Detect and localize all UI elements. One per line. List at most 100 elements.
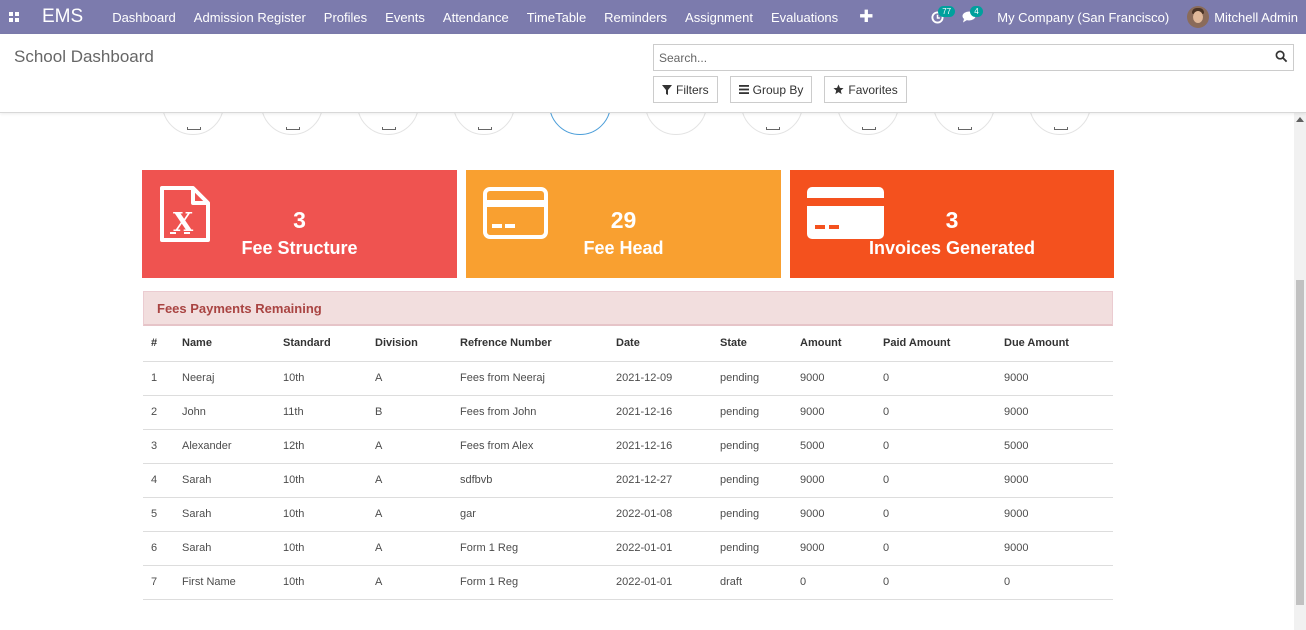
column-header[interactable]: # (143, 326, 182, 362)
table-cell: A (375, 429, 460, 464)
search-icon[interactable] (1275, 50, 1288, 68)
table-cell: John (182, 395, 283, 430)
menu-item-reminders[interactable]: Reminders (595, 10, 676, 25)
table-cell: pending (720, 497, 800, 532)
column-header[interactable]: Paid Amount (883, 326, 1004, 362)
add-menu-icon[interactable]: ✚ (859, 7, 873, 27)
table-cell: 0 (1004, 565, 1113, 600)
menu-item-timetable[interactable]: TimeTable (518, 10, 595, 25)
page-title: School Dashboard (14, 47, 154, 66)
fees-payments-title: Fees Payments Remaining (143, 291, 1113, 326)
table-cell: Sarah (182, 463, 283, 498)
messages-count-badge: 4 (970, 6, 983, 17)
table-cell: 5000 (800, 429, 883, 464)
column-header[interactable]: Division (375, 326, 460, 362)
table-cell: 10th (283, 463, 375, 498)
table-cell: sdfbvb (460, 463, 616, 498)
category-circle[interactable] (453, 113, 515, 135)
category-circle[interactable] (741, 113, 803, 135)
favorites-button[interactable]: Favorites (824, 76, 907, 103)
table-cell: 5 (143, 497, 182, 532)
column-header[interactable]: Standard (283, 326, 375, 362)
table-cell: Form 1 Reg (460, 565, 616, 600)
scroll-up-arrow-icon[interactable] (1296, 117, 1304, 122)
category-circle[interactable] (357, 113, 419, 135)
fee-head-card[interactable]: 29 Fee Head (466, 170, 781, 278)
column-header[interactable]: Amount (800, 326, 883, 362)
filters-button[interactable]: Filters (653, 76, 718, 103)
table-cell: pending (720, 395, 800, 430)
company-switcher[interactable]: My Company (San Francisco) (997, 10, 1169, 25)
table-cell: Fees from Alex (460, 429, 616, 464)
scrollbar-thumb[interactable] (1296, 280, 1304, 605)
table-cell: 2021-12-09 (616, 361, 720, 396)
column-header[interactable]: Date (616, 326, 720, 362)
table-cell: draft (720, 565, 800, 600)
fee-head-label: Fee Head (583, 238, 664, 258)
category-circle[interactable] (261, 113, 323, 135)
main-menu: Dashboard Admission Register Profiles Ev… (103, 7, 873, 27)
table-cell: 10th (283, 531, 375, 566)
table-cell: 2 (143, 395, 182, 430)
category-circle[interactable] (645, 113, 707, 135)
table-cell: Form 1 Reg (460, 531, 616, 566)
menu-item-admission-register[interactable]: Admission Register (185, 10, 315, 25)
table-cell: 9000 (800, 531, 883, 566)
menu-item-assignment[interactable]: Assignment (676, 10, 762, 25)
table-cell: 6 (143, 531, 182, 566)
table-row[interactable]: 5 Sarah 10th Agar 2022-01-08 pending 9000 0 9000 (143, 497, 1113, 532)
table-cell: 10th (283, 565, 375, 600)
column-header[interactable]: Refrence Number (460, 326, 616, 362)
user-menu[interactable]: Mitchell Admin (1214, 10, 1298, 25)
table-cell: Alexander (182, 429, 283, 464)
category-circle-active[interactable] (549, 113, 611, 135)
table-cell: 9000 (1004, 361, 1113, 396)
menu-item-dashboard[interactable]: Dashboard (103, 10, 185, 25)
table-cell: A (375, 361, 460, 396)
table-cell: 7 (143, 565, 182, 600)
invoices-generated-count: 3 (945, 207, 959, 233)
category-circle[interactable] (933, 113, 995, 135)
table-row[interactable]: 7 First Name 10th A Form 1 Reg 2022-01-01 draf… (143, 565, 1113, 600)
table-cell: 0 (883, 497, 1004, 532)
table-cell: 10th (283, 497, 375, 532)
column-header[interactable]: Due Amount (1004, 326, 1113, 362)
category-circle[interactable] (162, 113, 224, 135)
search-box (653, 44, 1294, 71)
table-cell: 0 (883, 531, 1004, 566)
apps-menu-icon[interactable] (0, 0, 28, 34)
app-brand[interactable]: EMS (42, 6, 83, 28)
fee-head-count: 29 (610, 207, 637, 233)
category-circle[interactable] (1029, 113, 1091, 135)
category-circle[interactable] (837, 113, 899, 135)
table-cell: 9000 (1004, 497, 1113, 532)
table-cell: 2021-12-27 (616, 463, 720, 498)
menu-item-events[interactable]: Events (376, 10, 434, 25)
column-header[interactable]: Name (182, 326, 283, 362)
table-cell: A (375, 497, 460, 532)
table-cell: 0 (883, 463, 1004, 498)
table-cell: 9000 (800, 463, 883, 498)
fee-structure-card[interactable]: X 3 Fee Structure (142, 170, 457, 278)
table-cell: A (375, 531, 460, 566)
table-cell: 9000 (800, 497, 883, 532)
menu-item-evaluations[interactable]: Evaluations (762, 10, 847, 25)
table-cell: 9000 (1004, 395, 1113, 430)
table-cell: 4 (143, 463, 182, 498)
messages-icon[interactable]: 4 (953, 0, 985, 34)
group-by-button[interactable]: Group By (729, 76, 813, 103)
table-cell: 0 (883, 395, 1004, 430)
invoices-generated-card[interactable]: 3 Invoices Generated (790, 170, 1114, 278)
menu-item-attendance[interactable]: Attendance (434, 10, 518, 25)
user-avatar[interactable] (1187, 6, 1210, 28)
table-row[interactable]: 3 Alexander 12th A Fees from Alex 2021-12-16 p… (143, 429, 1113, 464)
table-row[interactable]: 2 John 11th B Fees from John 2021-12-16 pendin… (143, 395, 1113, 430)
table-row[interactable]: 4 Sarah 10th Asdfbvb 2021-12-27 pending 9000 0 9… (143, 463, 1113, 498)
menu-item-profiles[interactable]: Profiles (315, 10, 376, 25)
table-row[interactable]: 6 Sarah 10th A Form 1 Reg 2022-01-01 pending 90… (143, 531, 1113, 566)
table-cell: 2021-12-16 (616, 429, 720, 464)
column-header[interactable]: State (720, 326, 800, 362)
search-input[interactable] (654, 45, 1254, 70)
activity-icon[interactable]: 77 (921, 0, 956, 34)
table-row[interactable]: 1 Neeraj 10th A Fees from Neeraj 2021-12-09 pe… (143, 361, 1113, 396)
